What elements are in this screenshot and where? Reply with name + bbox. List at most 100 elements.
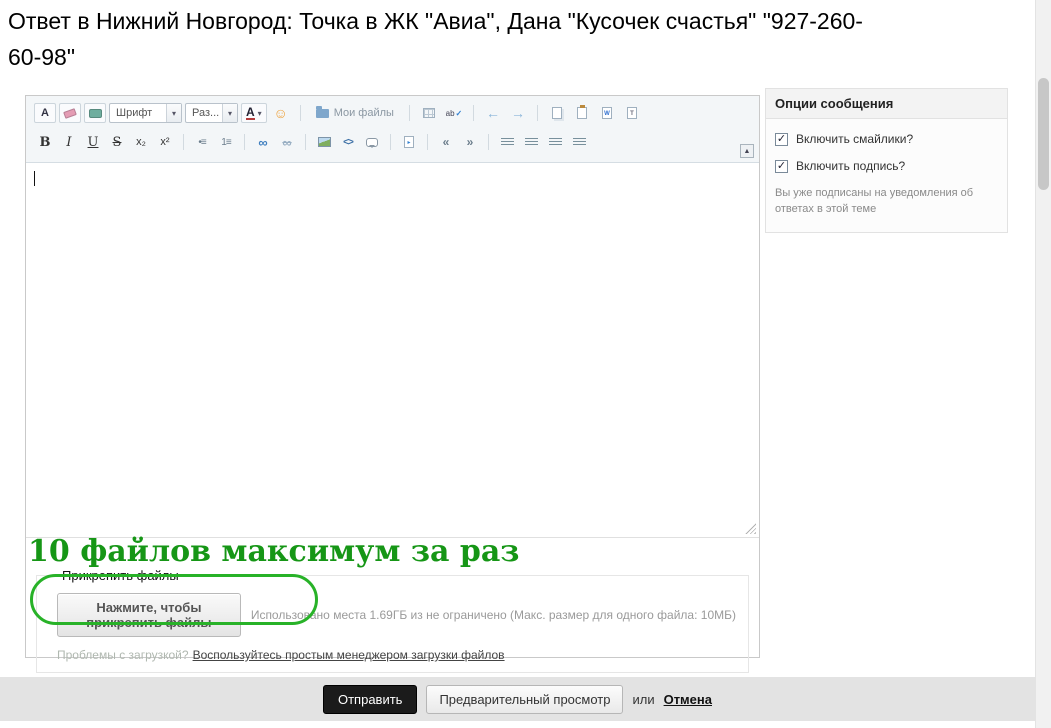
strikethrough-button[interactable]: S (106, 132, 128, 152)
editor-toolbar: A Шрифт ▾ Раз... ▾ A ▾ ☺ Мои файлы (26, 96, 759, 163)
attach-files-button[interactable]: Нажмите, чтобы прикрепить файлы (57, 593, 241, 637)
chevron-down-icon: ▾ (166, 104, 181, 122)
undo-button[interactable]: ← (482, 103, 504, 123)
image-icon (318, 137, 331, 147)
unordered-list-icon: •≡ (198, 137, 205, 148)
spellcheck-button[interactable]: ab✓ (443, 103, 465, 123)
italic-button[interactable]: I (58, 132, 80, 152)
upload-problems-text: Проблемы с загрузкой? (57, 648, 189, 662)
subscript-button[interactable]: x₂ (130, 132, 152, 152)
message-textarea[interactable] (26, 163, 759, 538)
outdent-icon: « (443, 135, 450, 149)
insert-image-button[interactable] (313, 132, 335, 152)
toolbar-separator (390, 134, 391, 150)
subscript-icon: x₂ (131, 133, 151, 151)
indent-icon: » (467, 135, 474, 149)
ordered-list-button[interactable]: 1≡ (215, 132, 237, 152)
align-left-icon (501, 138, 514, 147)
size-dropdown-label: Раз... (186, 104, 222, 122)
superscript-button[interactable]: x² (154, 132, 176, 152)
paste-as-text-button[interactable]: T (621, 103, 643, 123)
source-mode-button[interactable]: A (34, 103, 56, 123)
underline-button[interactable]: U (82, 132, 104, 152)
enable-smilies-checkbox[interactable]: ✓ (775, 133, 788, 146)
copy-icon (552, 107, 562, 119)
indent-button[interactable]: » (459, 132, 481, 152)
copy-button[interactable] (546, 103, 568, 123)
table-button[interactable] (418, 103, 440, 123)
footer-buttons: Отправить Предварительный просмотр или О… (0, 677, 1035, 721)
bold-button[interactable]: B (34, 132, 56, 152)
enable-smilies-option[interactable]: ✓ Включить смайлики? (775, 132, 998, 146)
subscription-note: Вы уже подписаны на уведомления об ответ… (775, 186, 987, 218)
font-dropdown[interactable]: Шрифт ▾ (109, 103, 182, 123)
underline-icon: U (83, 133, 103, 151)
toolbar-separator (305, 134, 306, 150)
insert-quote-button[interactable] (361, 132, 383, 152)
table-icon (423, 108, 435, 118)
footer-bar: Отправить Предварительный просмотр или О… (0, 677, 1035, 721)
toolbar-row-1: A Шрифт ▾ Раз... ▾ A ▾ ☺ Мои файлы (30, 98, 755, 128)
upload-problems-row: Проблемы с загрузкой? Воспользуйтесь прос… (57, 648, 736, 662)
enable-smilies-label: Включить смайлики? (796, 132, 913, 146)
page-scrollbar[interactable] (1035, 0, 1051, 728)
eraser-icon (63, 108, 77, 119)
align-right-button[interactable] (544, 132, 566, 152)
attach-files-legend: Прикрепить файлы (57, 568, 184, 583)
reply-editor-panel: A Шрифт ▾ Раз... ▾ A ▾ ☺ Мои файлы (25, 95, 760, 658)
toolbar-separator (473, 105, 474, 121)
remove-format-button[interactable] (59, 103, 81, 123)
attach-files-fieldset: Прикрепить файлы Нажмите, чтобы прикрепи… (36, 568, 749, 673)
toolbar-separator (300, 105, 301, 121)
unordered-list-button[interactable]: •≡ (191, 132, 213, 152)
align-left-button[interactable] (496, 132, 518, 152)
enable-signature-option[interactable]: ✓ Включить подпись? (775, 159, 998, 173)
folder-icon (316, 109, 329, 118)
redo-button[interactable]: → (507, 103, 529, 123)
font-color-icon: A (246, 106, 255, 120)
align-justify-button[interactable] (568, 132, 590, 152)
italic-icon: I (59, 133, 79, 151)
scrollbar-thumb[interactable] (1038, 78, 1049, 190)
toolbar-separator (409, 105, 410, 121)
editor-mode-button[interactable] (84, 103, 106, 123)
submit-button[interactable]: Отправить (323, 685, 417, 714)
editor-scroll-up-button[interactable]: ▲ (740, 144, 754, 158)
unlink-icon: ∞ (282, 135, 291, 150)
paste-from-word-button[interactable]: W (596, 103, 618, 123)
toolbar-separator (183, 134, 184, 150)
enable-signature-label: Включить подпись? (796, 159, 905, 173)
simple-uploader-link[interactable]: Воспользуйтесь простым менеджером загруз… (193, 648, 505, 662)
size-dropdown[interactable]: Раз... ▾ (185, 103, 238, 123)
align-center-button[interactable] (520, 132, 542, 152)
insert-attachment-button[interactable]: ▸ (398, 132, 420, 152)
checkmark-icon: ✓ (777, 161, 786, 172)
insert-link-button[interactable]: ∞ (252, 132, 274, 152)
font-color-button[interactable]: A ▾ (241, 103, 267, 123)
my-files-label: Мои файлы (334, 107, 394, 119)
spellcheck-icon: ab✓ (446, 109, 463, 118)
remove-link-button[interactable]: ∞ (276, 132, 298, 152)
my-files-button[interactable]: Мои файлы (309, 103, 401, 123)
paste-from-word-icon: W (602, 107, 612, 119)
superscript-icon: x² (155, 133, 175, 151)
align-center-icon (525, 138, 538, 147)
paste-button[interactable] (571, 103, 593, 123)
preview-button[interactable]: Предварительный просмотр (426, 685, 623, 714)
chevron-down-icon: ▾ (258, 109, 262, 118)
bold-icon: B (35, 133, 55, 151)
insert-code-button[interactable]: <> (337, 132, 359, 152)
align-right-icon (549, 138, 562, 147)
code-icon: <> (343, 137, 353, 148)
checkmark-icon: ✓ (777, 134, 786, 145)
outdent-button[interactable]: « (435, 132, 457, 152)
align-justify-icon (573, 138, 586, 147)
smiley-icon: ☺ (274, 106, 288, 120)
cancel-link[interactable]: Отмена (664, 692, 712, 707)
toolbar-row-2: B I U S x₂ x² •≡ 1≡ ∞ ∞ <> ▸ « » (30, 128, 755, 156)
enable-signature-checkbox[interactable]: ✓ (775, 160, 788, 173)
paste-as-text-icon: T (627, 107, 637, 119)
smilies-button[interactable]: ☺ (270, 103, 292, 123)
editor-resize-handle[interactable] (745, 523, 756, 534)
annotation-text: 10 файлов максимум за раз (28, 534, 519, 569)
